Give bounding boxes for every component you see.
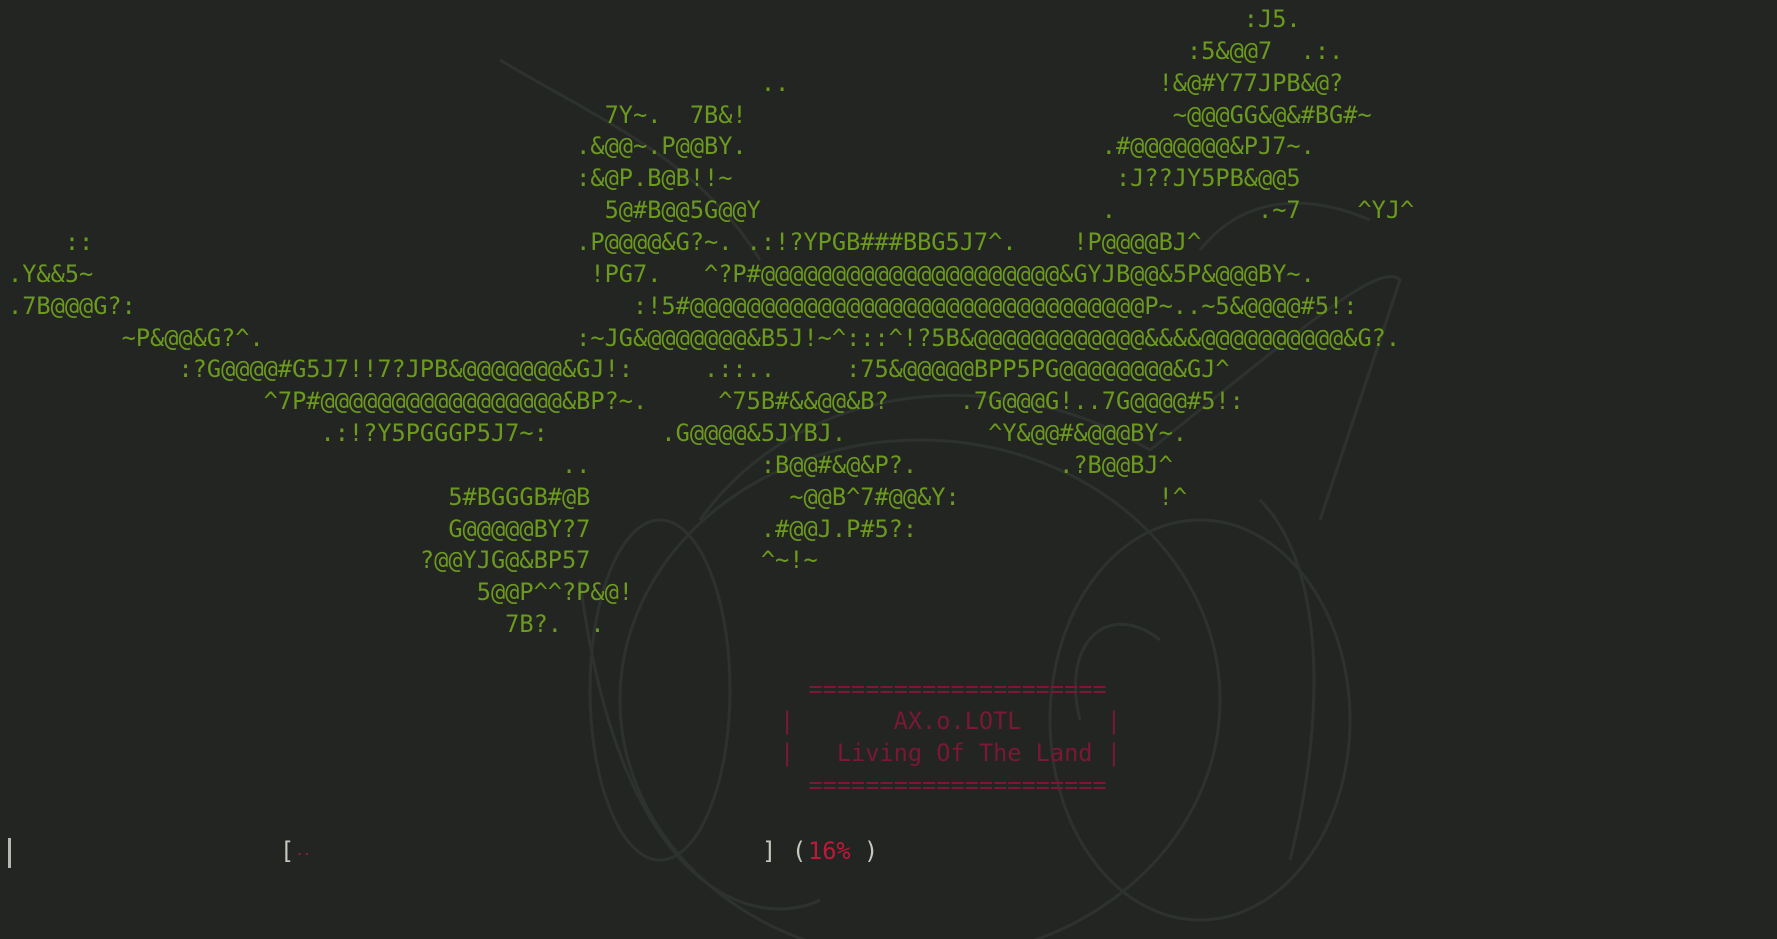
- progress-percent-close-paren: ): [864, 837, 879, 865]
- banner-bottom-border: =====================: [780, 770, 1107, 799]
- ascii-art-line: 7B?. .: [8, 610, 605, 639]
- ascii-art-line: .. !&@#Y77JPB&@?: [8, 68, 1344, 97]
- text-cursor[interactable]: [8, 838, 11, 868]
- ascii-art-line: :5&@@7 .:.: [8, 36, 1344, 65]
- ascii-art-line: 5@#B@@5G@@Y . .~7 ^YJ^: [8, 196, 1415, 225]
- ascii-art-line: ~P&@@&G?^. :~JG&@@@@@@@&B5J!~^:::^!?5B&@…: [8, 323, 1401, 352]
- ascii-art-line: :&@P.B@B!!~ :J??JY5PB&@@5: [8, 164, 1301, 193]
- ascii-art-line: :: .P@@@@&G?~. .:!?YPGB###BBG5J7^. !P@@@…: [8, 227, 1202, 256]
- progress-line: [ .. ] ( 16% ): [8, 836, 1008, 870]
- ascii-art-line: :J5.: [8, 5, 1301, 33]
- ascii-art-line: .Y&&5~ !PG7. ^?P#@@@@@@@@@@@@@@@@@@@@@&G…: [8, 259, 1315, 288]
- ascii-art-line: :?G@@@@#G5J7!!7?JPB&@@@@@@@&GJ!: .::.. :…: [8, 355, 1230, 384]
- ascii-art-line: 5#BGGGB#@B ~@@B^7#@@&Y: !^: [8, 482, 1187, 511]
- ascii-art-line: ?@@YJG@&BP57 ^~!~: [8, 546, 818, 575]
- progress-bar-open-bracket: [: [280, 837, 295, 865]
- progress-percent-open-paren: (: [792, 837, 807, 865]
- ascii-art-line: .. :B@@#&@&P?. .?B@@BJ^: [8, 450, 1173, 479]
- progress-percent: 16%: [808, 837, 851, 865]
- ascii-art-line: .&@@~.P@@BY. .#@@@@@@@&PJ7~.: [8, 132, 1315, 161]
- ascii-art-line: G@@@@@BY?7 .#@@J.P#5?:: [8, 514, 918, 543]
- progress-bar-fill: ..: [296, 844, 311, 858]
- progress-bar-close-bracket: ]: [762, 837, 777, 865]
- banner-top-border: =====================: [780, 675, 1107, 703]
- ascii-art-line: 7Y~. 7B&! ~@@@GG&@&#BG#~: [8, 100, 1372, 129]
- sketch-curve-6: [1258, 498, 1316, 861]
- banner-subtitle: | Living Of The Land |: [780, 738, 1121, 767]
- ascii-art-line: .7B@@@G?: :!5#@@@@@@@@@@@@@@@@@@@@@@@@@@…: [8, 291, 1358, 320]
- banner-title: | AX.o.LOTL |: [780, 706, 1121, 735]
- ascii-art-line: 5@@P^^?P&@!: [8, 578, 634, 607]
- ascii-art-line: ^7P#@@@@@@@@@@@@@@@@@&BP?~. ^75B#&&@@&B?…: [8, 387, 1244, 416]
- terminal-window[interactable]: :J5. :5&@@7 .:. .. !&@#Y77JPB&@? 7Y~. 7B…: [0, 0, 1777, 939]
- ascii-art-line: .:!?Y5PGGGP5J7~: .G@@@@&5JYBJ. ^Y&@@#&@@…: [8, 419, 1188, 448]
